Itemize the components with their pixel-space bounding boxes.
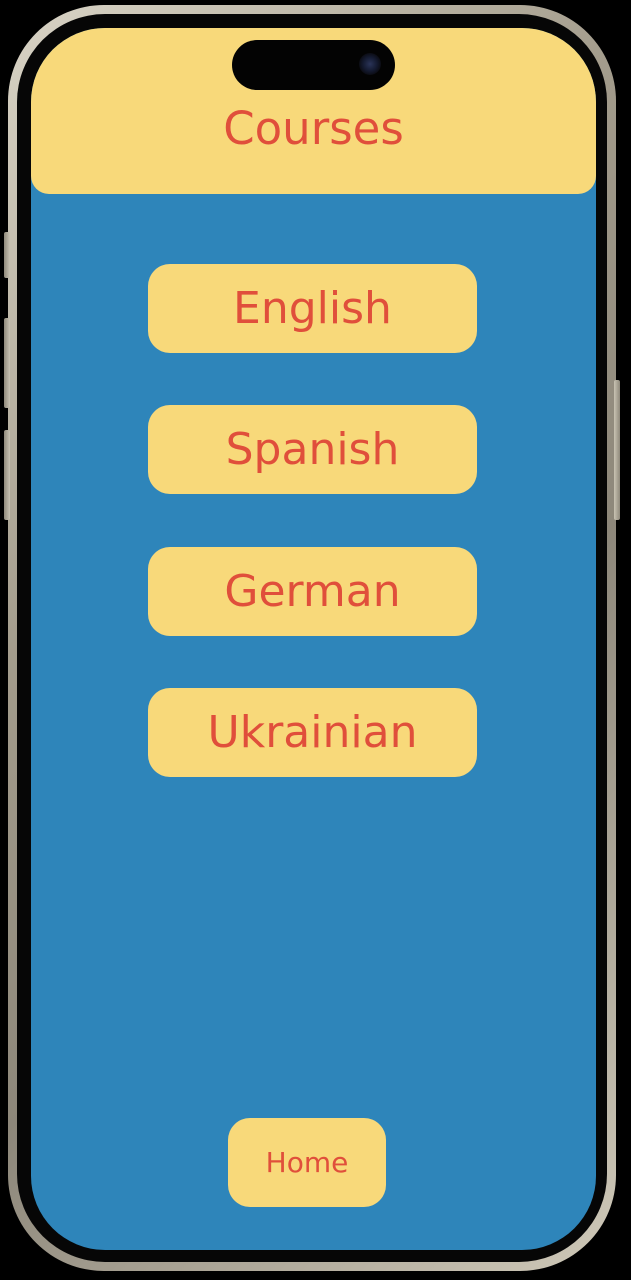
- volume-down-button: [4, 430, 10, 520]
- volume-up-button: [4, 318, 10, 408]
- camera-icon: [359, 53, 381, 75]
- course-button-spanish[interactable]: Spanish: [148, 405, 477, 494]
- course-button-english[interactable]: English: [148, 264, 477, 353]
- power-button: [614, 380, 620, 520]
- course-button-ukrainian[interactable]: Ukrainian: [148, 688, 477, 777]
- home-button[interactable]: Home: [228, 1118, 386, 1207]
- page-title: Courses: [223, 102, 404, 155]
- app-screen: Courses English Spanish German Ukrainian…: [31, 28, 596, 1250]
- dynamic-island: [232, 40, 395, 90]
- action-button: [4, 232, 10, 278]
- course-button-german[interactable]: German: [148, 547, 477, 636]
- header-bar: Courses: [31, 28, 596, 194]
